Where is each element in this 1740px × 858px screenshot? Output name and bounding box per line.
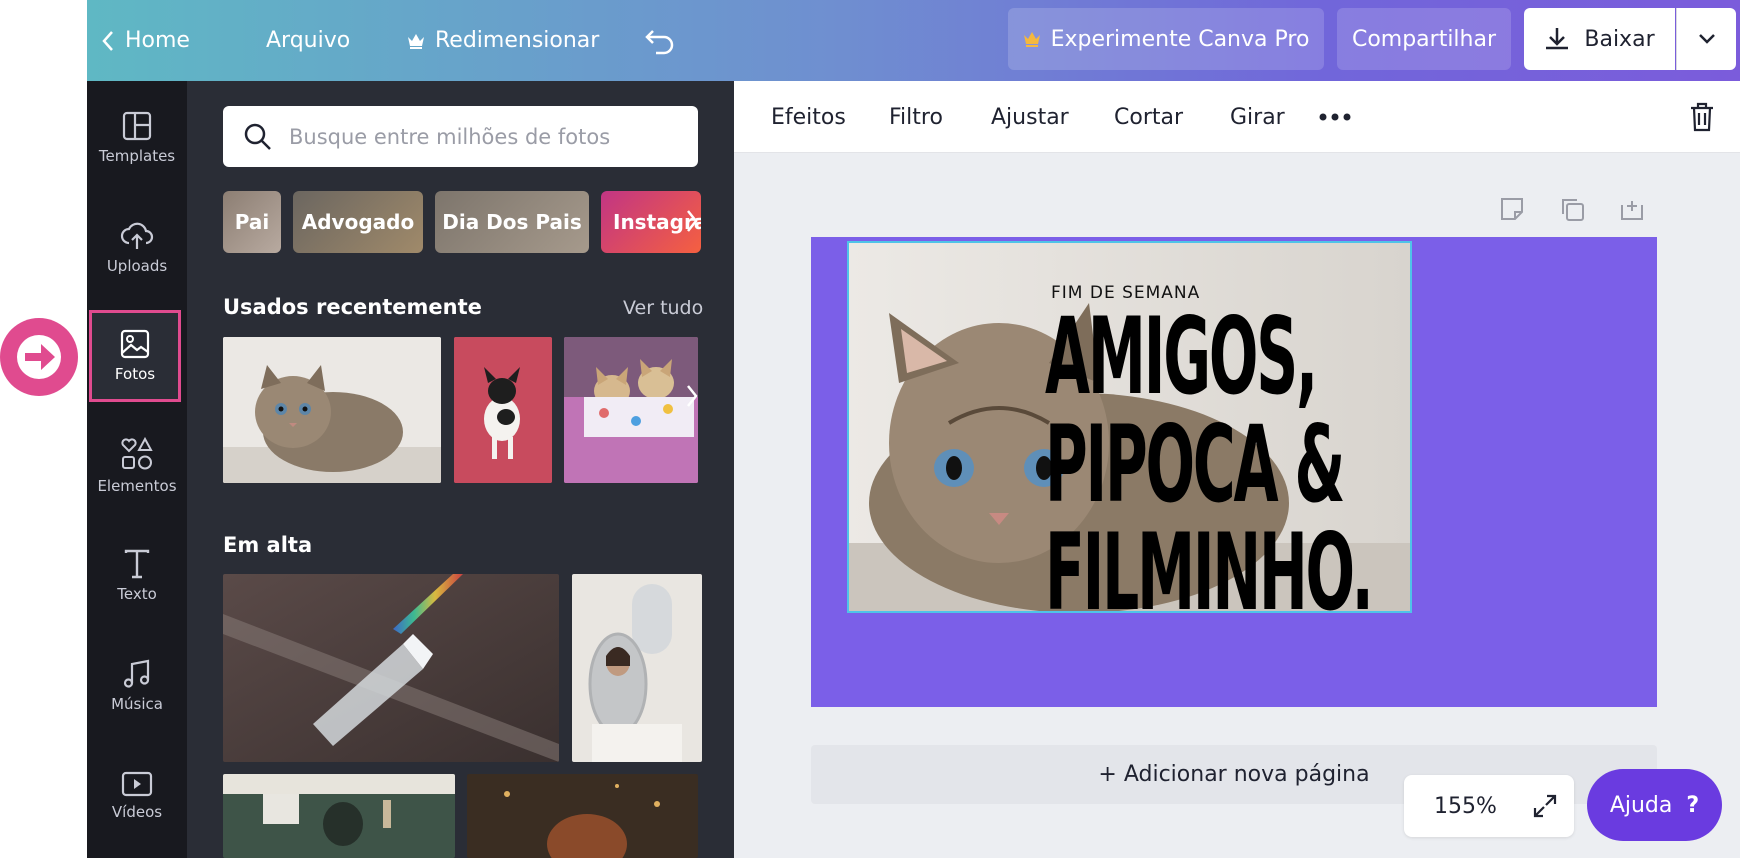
recent-section-title: Usados recentemente [223,295,482,319]
expand-icon[interactable] [1533,794,1557,818]
chip-advogado[interactable]: Advogado [293,191,423,253]
trending-photo-mirror[interactable] [572,574,702,762]
man-photo-image [223,774,455,858]
recent-photo-dog[interactable] [454,337,552,483]
editor-toolbar: Efeitos Filtro Ajustar Cortar Girar [734,81,1740,153]
nav-uploads[interactable]: Uploads [87,202,187,294]
chips-next-button[interactable] [677,206,707,236]
pointer-arrow-icon [0,318,78,396]
nav-videos[interactable]: Vídeos [87,750,187,842]
download-options-button[interactable] [1676,8,1736,70]
crown-icon [408,33,424,49]
filter-button[interactable]: Filtro [889,81,943,153]
undo-button[interactable] [644,0,686,81]
nav-text[interactable]: Texto [87,530,187,622]
cat-photo-image [223,337,441,483]
resize-button[interactable]: Redimensionar [407,0,599,81]
crown-icon [1023,32,1040,47]
photos-panel: Busque entre milhões de fotos Pai Advoga… [187,81,734,858]
delete-button[interactable] [1689,81,1715,153]
adjust-button[interactable]: Ajustar [991,81,1069,153]
home-label: Home [125,28,190,53]
design-page[interactable]: FIM DE SEMANA AMIGOS, PIPOCA & FILMINHO. [811,237,1657,707]
zoom-control[interactable]: 155% [1404,775,1574,837]
page-notes-button[interactable] [1498,195,1526,223]
video-icon [121,771,153,797]
shapes-icon [121,437,153,470]
templates-icon [122,111,152,141]
cloud-upload-icon [120,222,154,249]
text-icon [124,549,150,579]
search-placeholder: Busque entre milhões de fotos [289,124,611,149]
chevron-right-icon [687,385,698,407]
music-icon [123,659,150,688]
photo-search-input[interactable]: Busque entre milhões de fotos [223,106,698,167]
try-canva-pro-button[interactable]: Experimente Canva Pro [1008,8,1324,70]
nav-templates[interactable]: Templates [87,92,187,184]
duplicate-page-button[interactable] [1558,195,1586,223]
file-menu-button[interactable]: Arquivo [266,0,350,81]
design-headline[interactable]: AMIGOS, PIPOCA & FILMINHO. [1045,303,1374,627]
recent-photo-cat[interactable] [223,337,441,483]
chevron-right-icon [687,210,698,232]
recent-next-button[interactable] [677,381,707,411]
dog-photo-image [454,337,552,483]
search-icon [244,123,271,150]
chevron-down-icon [1698,34,1715,44]
add-page-icon [1621,201,1643,220]
share-button[interactable]: Compartilhar [1337,8,1511,70]
prism-photo-image [223,574,559,762]
trending-photo-man[interactable] [223,774,455,858]
more-dots-icon [1319,113,1351,121]
side-nav: Templates Uploads Fotos Elementos Texto … [87,81,187,858]
nav-music[interactable]: Música [87,640,187,732]
download-icon [1546,28,1569,50]
chevron-left-icon [102,30,113,51]
trending-photo-hair[interactable] [467,774,698,858]
help-button[interactable]: Ajuda ? [1587,769,1722,841]
question-icon: ? [1686,792,1700,818]
trending-photo-prism[interactable] [223,574,559,762]
hair-photo-image [467,774,698,858]
note-icon [1501,198,1523,220]
zoom-level: 155% [1434,793,1497,819]
effects-button[interactable]: Efeitos [771,81,846,153]
download-button[interactable]: Baixar [1524,8,1675,70]
chip-pai[interactable]: Pai [223,191,281,253]
add-page-button[interactable] [1618,195,1646,223]
nav-photos[interactable]: Fotos [89,310,181,402]
see-all-link[interactable]: Ver tudo [623,297,703,319]
rotate-button[interactable]: Girar [1230,81,1285,153]
crop-button[interactable]: Cortar [1114,81,1183,153]
photo-icon [120,329,150,359]
home-button[interactable]: Home [101,0,190,81]
chip-dia-dos-pais[interactable]: Dia Dos Pais [435,191,589,253]
more-options-button[interactable] [1319,81,1351,153]
top-bar: Home Arquivo Redimensionar Experimente C… [87,0,1740,81]
trending-section-title: Em alta [223,533,313,557]
trash-icon [1691,102,1713,132]
nav-elements[interactable]: Elementos [87,420,187,512]
undo-icon [645,29,674,54]
duplicate-icon [1562,199,1584,221]
mirror-photo-image [572,574,702,762]
